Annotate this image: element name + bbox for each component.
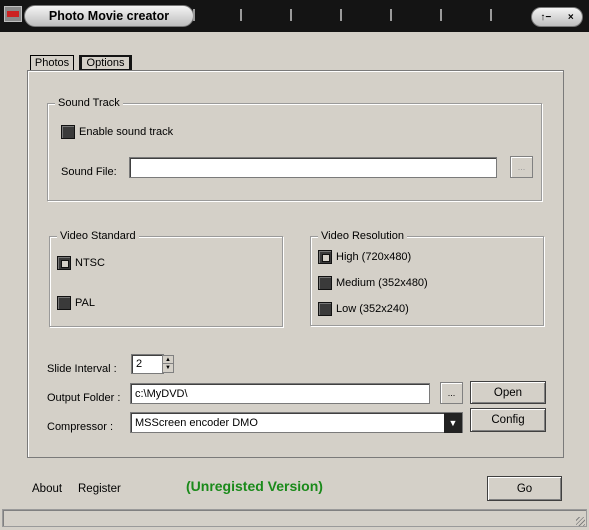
- title-divider: [440, 9, 442, 21]
- status-bar: [2, 509, 587, 527]
- stepper-down-icon[interactable]: ▼: [163, 364, 173, 372]
- window-controls: ↑− ×: [531, 7, 583, 27]
- stepper-up-icon[interactable]: ▲: [163, 356, 173, 364]
- video-standard-title: Video Standard: [57, 230, 139, 242]
- film-icon[interactable]: [4, 6, 22, 22]
- about-link[interactable]: About: [32, 483, 62, 495]
- title-divider: [340, 9, 342, 21]
- resize-grip-icon[interactable]: [576, 517, 585, 526]
- close-icon[interactable]: ×: [568, 12, 574, 23]
- compressor-label: Compressor :: [47, 421, 114, 433]
- slide-interval-stepper[interactable]: ▲ ▼: [162, 355, 174, 373]
- resolution-high-radio[interactable]: [318, 250, 332, 264]
- enable-sound-checkbox[interactable]: [61, 125, 75, 139]
- video-standard-group: [49, 236, 283, 327]
- title-divider: [240, 9, 242, 21]
- tab-photos[interactable]: Photos: [30, 55, 74, 70]
- ntsc-label: NTSC: [75, 257, 105, 269]
- output-folder-browse-button[interactable]: ...: [440, 382, 463, 404]
- tab-options[interactable]: Options: [79, 55, 132, 70]
- resolution-low-radio[interactable]: [318, 302, 332, 316]
- enable-sound-label: Enable sound track: [79, 126, 174, 138]
- register-link[interactable]: Register: [78, 483, 121, 495]
- slide-interval-input[interactable]: 2: [131, 354, 164, 374]
- title-divider: [290, 9, 292, 21]
- sound-track-title: Sound Track: [55, 97, 123, 109]
- chevron-down-icon[interactable]: ▼: [444, 413, 462, 433]
- sound-file-label: Sound File:: [61, 166, 117, 178]
- output-folder-label: Output Folder :: [47, 392, 121, 404]
- title-divider: [193, 9, 195, 21]
- tab-options-label: Options: [81, 56, 130, 69]
- unregistered-notice: (Unregisted Version): [186, 478, 323, 494]
- compressor-select[interactable]: MSScreen encoder DMO: [130, 412, 463, 433]
- title-divider: [490, 9, 492, 21]
- sound-track-group: [47, 103, 542, 201]
- sound-file-input[interactable]: [129, 157, 497, 178]
- open-button[interactable]: Open: [470, 381, 546, 404]
- restore-icon[interactable]: ↑−: [540, 12, 551, 23]
- sound-file-browse-button[interactable]: ...: [510, 156, 533, 178]
- output-folder-input[interactable]: c:\MyDVD\: [130, 383, 430, 404]
- resolution-high-label: High (720x480): [336, 251, 412, 263]
- pal-radio[interactable]: [57, 296, 71, 310]
- resolution-medium-radio[interactable]: [318, 276, 332, 290]
- title-divider: [390, 9, 392, 21]
- pal-label: PAL: [75, 297, 95, 309]
- resolution-medium-label: Medium (352x480): [336, 277, 428, 289]
- ntsc-radio[interactable]: [57, 256, 71, 270]
- window-title: Photo Movie creator: [24, 5, 194, 27]
- config-button[interactable]: Config: [470, 408, 546, 432]
- slide-interval-label: Slide Interval :: [47, 363, 117, 375]
- resolution-low-label: Low (352x240): [336, 303, 409, 315]
- video-resolution-title: Video Resolution: [318, 230, 407, 242]
- go-button[interactable]: Go: [487, 476, 562, 501]
